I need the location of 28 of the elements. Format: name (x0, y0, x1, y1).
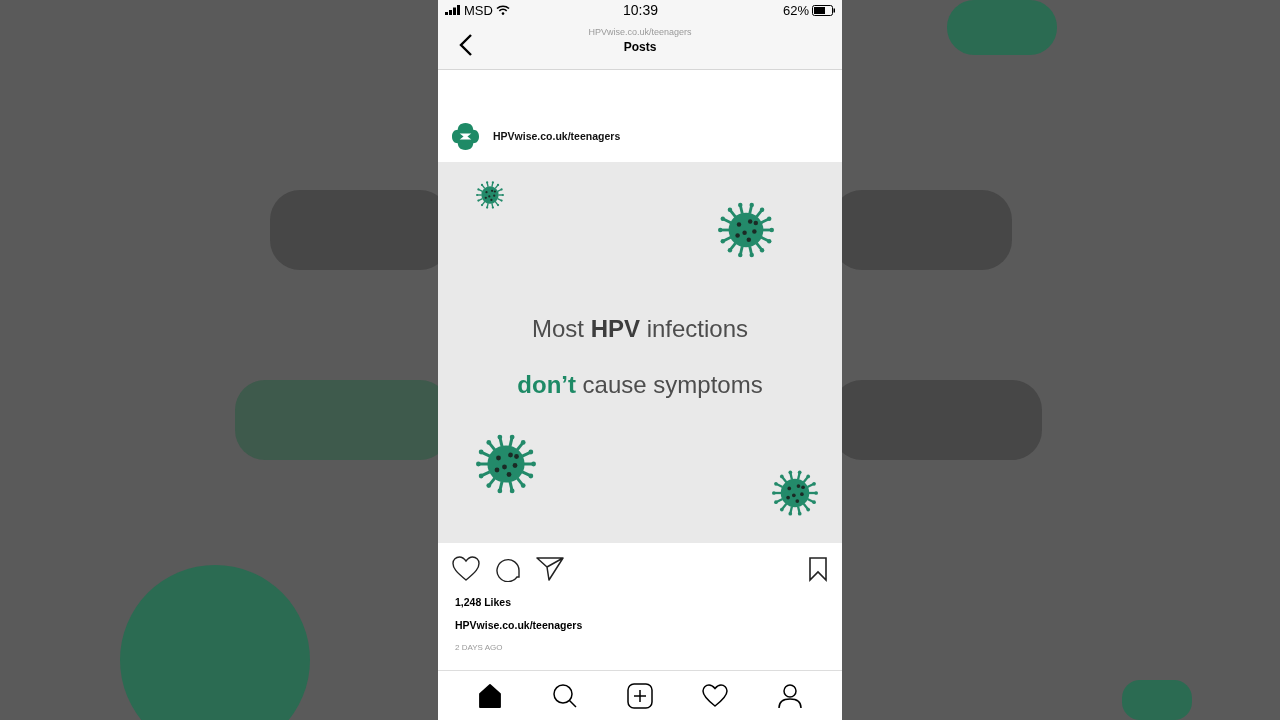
likes-count: 1,248 Likes (455, 596, 512, 608)
like-button[interactable] (452, 556, 480, 582)
signal-icon (445, 5, 461, 15)
share-button[interactable] (536, 556, 564, 582)
virus-icon (718, 202, 774, 258)
virus-icon (476, 181, 504, 209)
slide-text: Most HPV infections (531, 314, 749, 343)
bookmark-button[interactable] (808, 556, 828, 582)
battery-icon (812, 4, 836, 16)
add-post-tab[interactable] (626, 682, 653, 709)
virus-icon (476, 434, 536, 494)
home-tab[interactable] (476, 682, 503, 709)
status-time: 10:39 (622, 2, 658, 18)
header-title: Posts (623, 40, 657, 54)
account-name[interactable]: HPVwise.co.uk/teenagers (493, 130, 621, 142)
logo-icon (452, 122, 479, 150)
post-time: 2 DAYS AGO (455, 643, 503, 652)
comment-button[interactable] (495, 556, 521, 582)
profile-tab[interactable] (777, 682, 804, 709)
header-subtitle: HPVwise.co.uk/teenagers (588, 27, 692, 37)
slide-text: don’t cause symptoms (517, 370, 763, 399)
activity-tab[interactable] (702, 682, 729, 709)
virus-icon (772, 470, 818, 516)
wifi-icon (495, 5, 510, 15)
search-tab[interactable] (551, 682, 578, 709)
battery-percent: 62% (782, 2, 809, 18)
caption-account[interactable]: HPVwise.co.uk/teenagers (455, 619, 583, 631)
carrier-name: MSD (464, 2, 493, 18)
